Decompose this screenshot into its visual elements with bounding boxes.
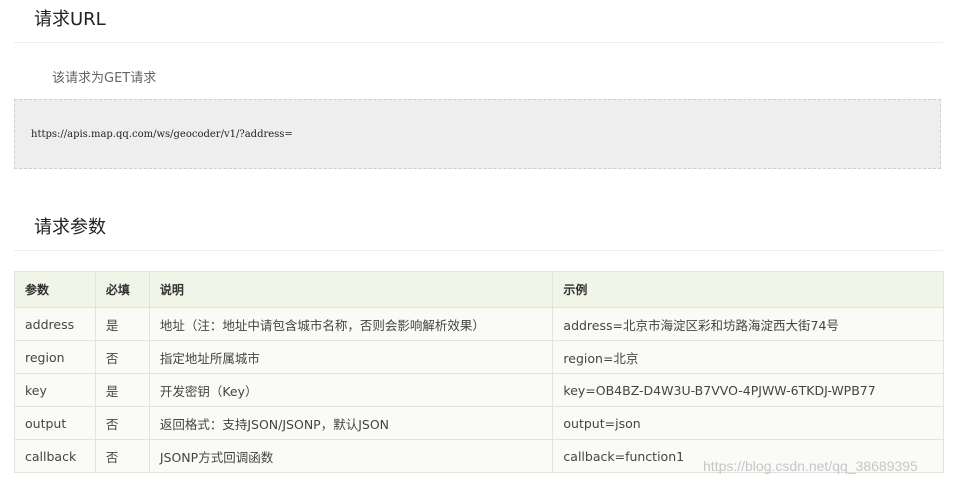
param-required: 是 — [94, 307, 150, 341]
param-name: key — [14, 373, 96, 407]
table-row: region 否 指定地址所属城市 region=北京 — [14, 340, 944, 374]
param-required: 否 — [94, 340, 150, 374]
watermark: https://blog.csdn.net/qq_38689395 — [703, 458, 918, 474]
param-required: 否 — [94, 439, 150, 473]
section-title-request-url: 请求URL — [34, 9, 106, 30]
param-name: callback — [14, 439, 96, 473]
param-description: 开发密钥（Key） — [148, 373, 554, 407]
param-example: output=json — [552, 406, 944, 440]
param-description: 返回格式：支持JSON/JSONP，默认JSON — [148, 406, 554, 440]
param-example: region=北京 — [552, 340, 944, 374]
param-example: address=北京市海淀区彩和坊路海淀西大街74号 — [552, 307, 944, 341]
params-table: 参数 必填 说明 示例 address 是 地址（注：地址中请包含城市名称，否则… — [14, 271, 944, 473]
header-description: 说明 — [148, 271, 554, 308]
param-name: region — [14, 340, 96, 374]
table-row: output 否 返回格式：支持JSON/JSONP，默认JSON output… — [14, 406, 944, 440]
header-required: 必填 — [94, 271, 150, 308]
param-required: 是 — [94, 373, 150, 407]
table-row: address 是 地址（注：地址中请包含城市名称，否则会影响解析效果） add… — [14, 307, 944, 341]
param-description: 地址（注：地址中请包含城市名称，否则会影响解析效果） — [148, 307, 554, 341]
header-param: 参数 — [14, 271, 96, 308]
param-name: output — [14, 406, 96, 440]
url-code-block: https://apis.map.qq.com/ws/geocoder/v1/?… — [14, 99, 941, 169]
param-required: 否 — [94, 406, 150, 440]
request-method-note: 该请求为GET请求 — [52, 71, 157, 86]
table-row: key 是 开发密钥（Key） key=OB4BZ-D4W3U-B7VVO-4P… — [14, 373, 944, 407]
param-example: key=OB4BZ-D4W3U-B7VVO-4PJWW-6TKDJ-WPB77 — [552, 373, 944, 407]
divider — [14, 250, 943, 251]
table-header-row: 参数 必填 说明 示例 — [14, 271, 944, 308]
section-title-request-params: 请求参数 — [34, 217, 106, 238]
request-url-code: https://apis.map.qq.com/ws/geocoder/v1/?… — [31, 129, 293, 140]
param-description: 指定地址所属城市 — [148, 340, 554, 374]
header-example: 示例 — [552, 271, 944, 308]
param-name: address — [14, 307, 96, 341]
divider — [14, 42, 943, 43]
param-description: JSONP方式回调函数 — [148, 439, 554, 473]
